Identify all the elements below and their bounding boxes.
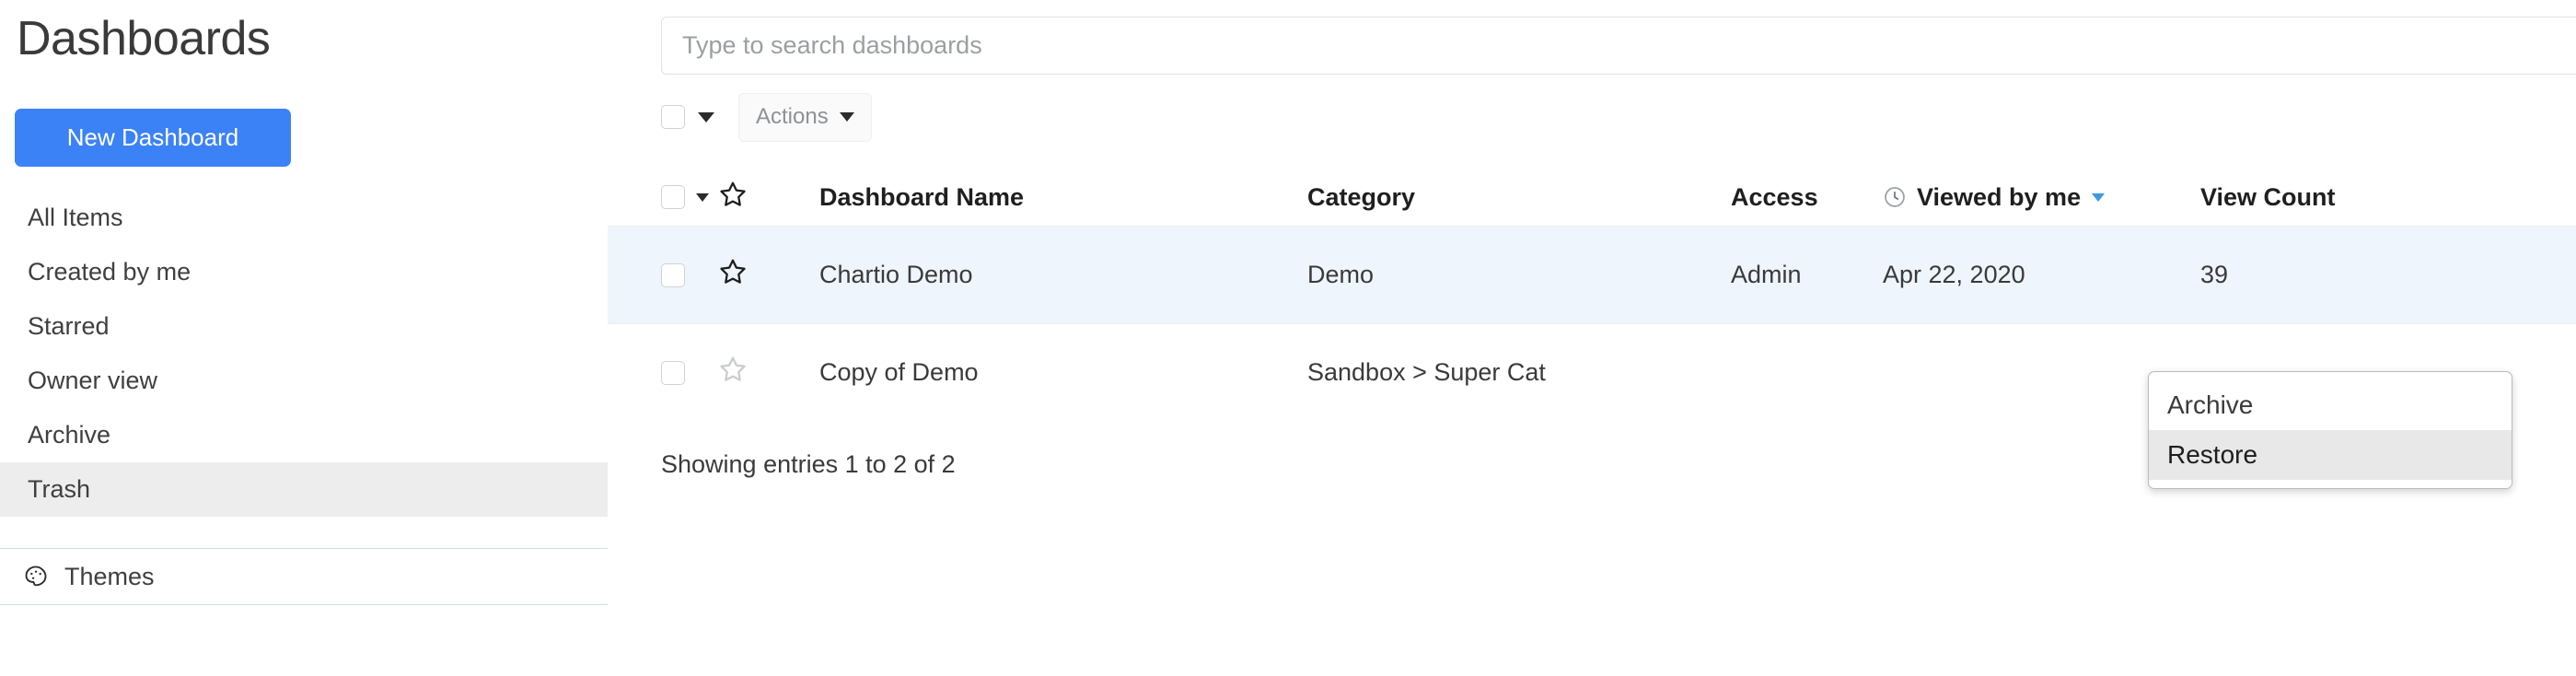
star-icon[interactable]	[718, 180, 748, 216]
row-category: Sandbox > Super Cat	[1307, 358, 1546, 386]
palette-icon	[22, 563, 50, 590]
sidebar-item-themes-label: Themes	[64, 562, 155, 590]
row-dashboard-name[interactable]: Chartio Demo	[819, 261, 1307, 289]
new-dashboard-button[interactable]: New Dashboard	[15, 109, 291, 168]
row-context-menu: Archive Restore	[2148, 371, 2512, 489]
header-select-all-checkbox[interactable]	[661, 185, 685, 209]
row-menu-cell	[2504, 251, 2576, 299]
row-checkbox[interactable]	[661, 360, 685, 385]
sidebar-nav: All Items Created by me Starred Owner vi…	[0, 191, 608, 518]
star-icon[interactable]	[718, 355, 748, 390]
menu-item-archive[interactable]: Archive	[2149, 380, 2512, 430]
page-title: Dashboards	[17, 12, 271, 65]
sidebar-item-created-by-me[interactable]: Created by me	[0, 245, 608, 299]
row-select-cell	[608, 262, 718, 287]
row-category: Demo	[1307, 261, 1375, 288]
sidebar-item-themes[interactable]: Themes	[0, 549, 608, 604]
star-icon[interactable]	[718, 257, 748, 293]
header-access[interactable]: Access	[1731, 183, 1883, 212]
row-view-count: 39	[2200, 261, 2229, 288]
row-checkbox[interactable]	[661, 262, 685, 287]
row-star-cell	[718, 355, 819, 390]
top-bar	[608, 0, 2576, 76]
row-viewed-by-me: Apr 22, 2020	[1883, 261, 2025, 288]
sidebar-item-owner-view[interactable]: Owner view	[0, 354, 608, 408]
row-select-cell	[608, 360, 718, 385]
header-select-cell	[608, 185, 718, 209]
header-category[interactable]: Category	[1307, 183, 1731, 212]
row-dashboard-name[interactable]: Copy of Demo	[819, 358, 1307, 387]
header-view-count[interactable]: View Count	[2200, 183, 2504, 212]
clock-icon	[1883, 185, 1907, 209]
sidebar-item-trash[interactable]: Trash	[0, 462, 608, 518]
select-all-chevron-down-icon[interactable]	[698, 111, 714, 122]
row-star-cell	[718, 257, 819, 293]
header-chevron-down-icon[interactable]	[696, 192, 709, 202]
dashboards-page: Dashboards New Dashboard All Items Creat…	[0, 0, 2576, 676]
menu-item-restore[interactable]: Restore	[2149, 430, 2512, 480]
header-dashboard-name[interactable]: Dashboard Name	[819, 183, 1307, 212]
actions-button[interactable]: Actions	[738, 92, 872, 142]
sidebar-item-starred[interactable]: Starred	[0, 299, 608, 354]
header-viewed-by-me[interactable]: Viewed by me	[1883, 183, 2200, 212]
select-all-checkbox[interactable]	[661, 105, 685, 129]
sidebar-divider-bottom	[0, 604, 608, 606]
chevron-down-icon	[839, 112, 854, 122]
actions-button-label: Actions	[756, 104, 829, 129]
table-row[interactable]: Chartio Demo Demo Admin Apr 22, 2020 39	[608, 226, 2576, 323]
sidebar-item-all-items[interactable]: All Items	[0, 191, 608, 245]
sidebar-item-archive[interactable]: Archive	[0, 408, 608, 462]
actions-bar: Actions Dashboard Cleanup	[608, 76, 2576, 143]
header-viewed-by-me-label: Viewed by me	[1917, 182, 2082, 211]
row-access: Admin	[1731, 261, 1802, 288]
table-header-row: Dashboard Name Category Access Viewed by…	[608, 169, 2576, 226]
sort-desc-arrow-icon[interactable]	[2092, 192, 2106, 202]
search-input[interactable]	[661, 17, 2576, 75]
header-star-cell	[718, 180, 819, 216]
sidebar: Dashboards New Dashboard All Items Creat…	[0, 0, 608, 676]
main-content: Actions Dashboard Cleanup	[608, 0, 2576, 676]
